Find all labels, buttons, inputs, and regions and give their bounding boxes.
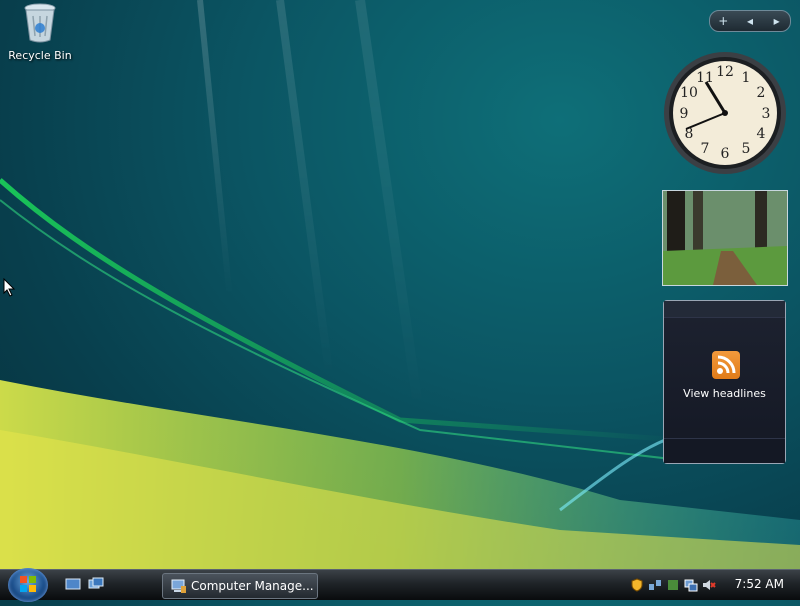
desktop-icon-recycle-bin[interactable]: Recycle Bin: [2, 2, 78, 62]
taskbar-button-computer-management[interactable]: Computer Manage...: [162, 573, 318, 599]
svg-text:6: 6: [721, 146, 730, 162]
svg-text:9: 9: [680, 106, 689, 122]
switch-windows-icon[interactable]: [88, 577, 104, 591]
recycle-bin-icon: [24, 3, 56, 43]
sidebar-controls: + ◂ ▸: [709, 10, 791, 32]
taskbar-clock[interactable]: 7:52 AM: [735, 577, 784, 591]
network-icon[interactable]: [648, 578, 662, 592]
svg-text:2: 2: [757, 85, 766, 101]
show-desktop-icon[interactable]: [65, 577, 81, 591]
svg-text:12: 12: [716, 64, 734, 80]
taskbar: Computer Manage... 7:52 AM: [0, 568, 800, 602]
svg-text:1: 1: [742, 70, 751, 86]
mouse-cursor-icon: [3, 278, 16, 297]
desktop-icon-label: Recycle Bin: [8, 49, 72, 62]
svg-text:10: 10: [680, 85, 698, 101]
security-alert-icon[interactable]: [630, 578, 644, 592]
start-button[interactable]: [8, 568, 48, 602]
computer-management-icon: [171, 579, 186, 593]
feed-gadget-footer: [664, 438, 785, 463]
volume-muted-icon[interactable]: [702, 578, 716, 592]
windows-logo-icon: [20, 576, 36, 592]
feed-headlines-gadget[interactable]: View headlines: [663, 300, 786, 464]
connection-icon[interactable]: [684, 578, 698, 592]
clock-gadget[interactable]: 12 12 345 678 91011: [662, 50, 788, 176]
view-headlines-link[interactable]: View headlines: [664, 387, 785, 400]
previous-page-button[interactable]: ◂: [740, 14, 760, 28]
rss-icon: [712, 351, 740, 379]
next-page-button[interactable]: ▸: [767, 14, 787, 28]
svg-text:11: 11: [696, 70, 714, 86]
add-gadget-button[interactable]: +: [713, 14, 733, 28]
svg-text:3: 3: [762, 106, 771, 122]
feed-gadget-header: [664, 301, 785, 318]
windows-update-icon[interactable]: [666, 578, 680, 592]
svg-text:7: 7: [701, 141, 710, 157]
taskbar-button-label: Computer Manage...: [191, 579, 314, 593]
slideshow-gadget[interactable]: [662, 190, 788, 286]
svg-text:5: 5: [742, 141, 751, 157]
svg-text:4: 4: [757, 126, 766, 142]
